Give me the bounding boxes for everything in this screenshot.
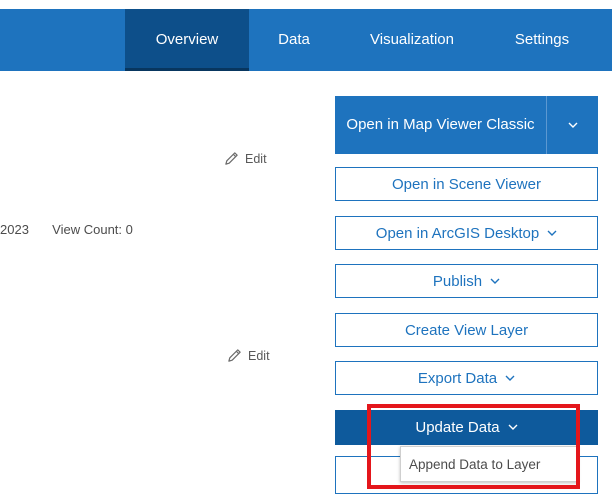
open-map-viewer-split-button: Open in Map Viewer Classic — [335, 96, 598, 154]
edit-label: Edit — [245, 151, 267, 166]
tab-visualization[interactable]: Visualization — [357, 9, 467, 71]
open-arcgis-desktop-label: Open in ArcGIS Desktop — [375, 224, 540, 242]
item-meta: 2023 View Count: 0 — [0, 222, 133, 237]
edit-summary-link[interactable]: Edit — [224, 151, 267, 166]
open-map-viewer-classic-button[interactable]: Open in Map Viewer Classic — [335, 96, 546, 154]
create-view-layer-button[interactable]: Create View Layer — [335, 313, 598, 347]
update-data-dropdown-item-append[interactable]: Append Data to Layer — [400, 446, 578, 482]
open-scene-viewer-button[interactable]: Open in Scene Viewer — [335, 167, 598, 201]
publish-button[interactable]: Publish — [335, 264, 598, 298]
open-arcgis-desktop-button[interactable]: Open in ArcGIS Desktop — [335, 216, 598, 250]
map-viewer-options-toggle[interactable] — [546, 96, 598, 154]
chevron-down-icon — [568, 122, 577, 128]
open-scene-viewer-label: Open in Scene Viewer — [392, 175, 541, 193]
tab-data[interactable]: Data — [263, 9, 325, 71]
update-data-label: Update Data — [415, 419, 500, 436]
edit-label: Edit — [248, 348, 270, 363]
publish-label: Publish — [432, 272, 483, 290]
edit-description-link[interactable]: Edit — [227, 348, 270, 363]
chevron-down-icon — [508, 424, 518, 430]
date-text: 2023 — [0, 222, 29, 237]
tab-overview[interactable]: Overview — [125, 9, 249, 71]
export-data-button[interactable]: Export Data — [335, 361, 598, 395]
chevron-down-icon — [505, 375, 515, 381]
chevron-down-icon — [547, 230, 557, 236]
top-nav-bar: Overview Data Visualization Settings — [0, 9, 612, 71]
update-data-button[interactable]: Update Data — [335, 410, 598, 445]
pencil-icon — [225, 152, 238, 165]
pencil-icon — [228, 349, 241, 362]
chevron-down-icon — [490, 278, 500, 284]
export-data-label: Export Data — [417, 369, 498, 387]
create-view-layer-label: Create View Layer — [404, 321, 529, 339]
view-count: View Count: 0 — [52, 222, 133, 237]
tab-settings[interactable]: Settings — [502, 9, 582, 71]
append-data-label: Append Data to Layer — [409, 456, 541, 472]
